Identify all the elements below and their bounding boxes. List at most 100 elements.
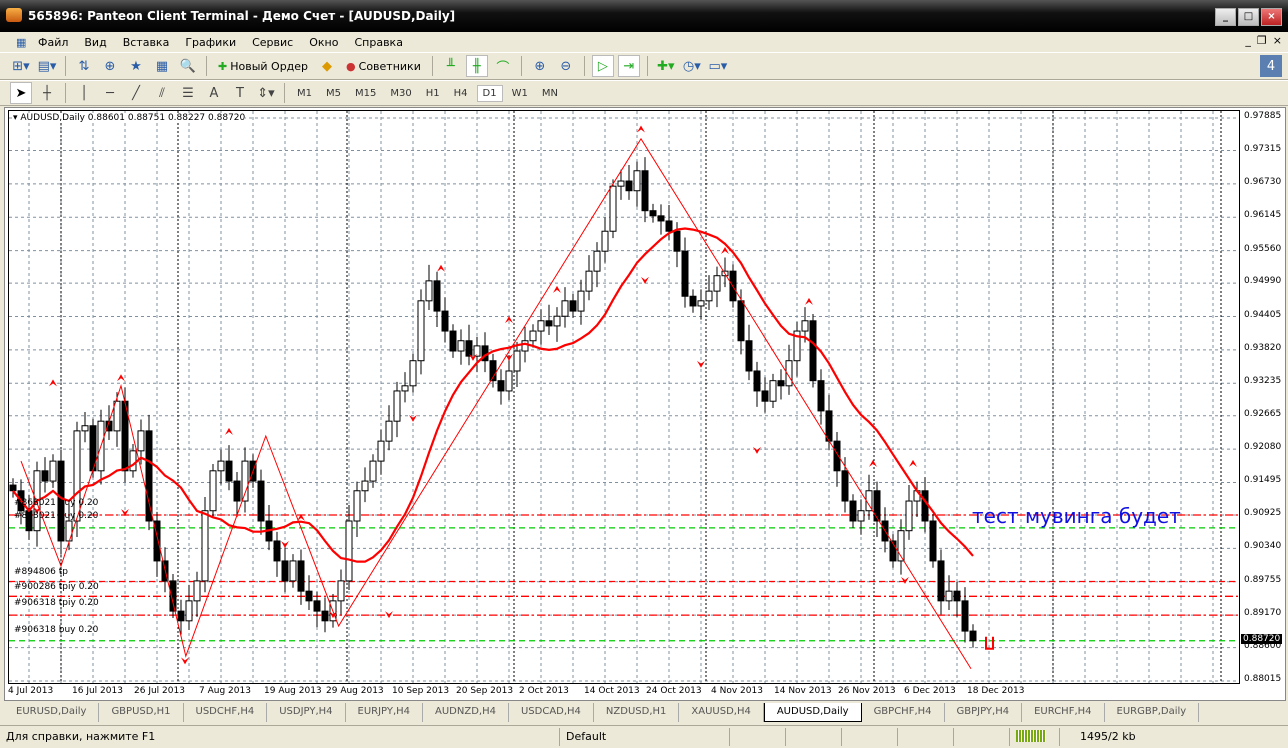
candle-bull (217, 460, 225, 472)
fibonacci-icon[interactable]: ☰ (177, 82, 199, 104)
bar-chart-icon[interactable]: ╨ (440, 55, 462, 77)
candle-bear (257, 480, 265, 522)
chart-tab[interactable]: EURCHF,H4 (1022, 703, 1105, 722)
timeframe-m1[interactable]: M1 (292, 86, 317, 101)
mdi-minimize-button[interactable]: _ (1245, 34, 1251, 47)
horizontal-line-icon[interactable]: ─ (99, 82, 121, 104)
timeframe-m15[interactable]: M15 (350, 86, 381, 101)
price-axis-label: 0.94405 (1244, 309, 1282, 320)
arrows-icon[interactable]: ⇕▾ (255, 82, 277, 104)
chart-tab[interactable]: EURGBP,Daily (1105, 703, 1200, 722)
date-axis-label: 2 Oct 2013 (519, 686, 569, 696)
timeframe-h4[interactable]: H4 (449, 86, 473, 101)
line-chart-icon[interactable]: ⌒ (492, 55, 514, 77)
timeframe-h1[interactable]: H1 (421, 86, 445, 101)
chart-tab[interactable]: USDCHF,H4 (184, 703, 268, 722)
templates-icon[interactable]: ▭▾ (707, 55, 729, 77)
candle-bear (545, 320, 553, 327)
navigator-icon[interactable]: ★ (125, 55, 147, 77)
candle-bull (553, 315, 561, 327)
candle-bull (505, 370, 513, 392)
chart-tab[interactable]: EURJPY,H4 (346, 703, 424, 722)
date-axis-label: 14 Oct 2013 (584, 686, 640, 696)
equidistant-channel-icon[interactable]: ⫽ (151, 82, 173, 104)
fractal-up-arrow (553, 285, 561, 293)
indicators-icon[interactable]: ✚▾ (655, 55, 677, 77)
candle-bear (449, 330, 457, 352)
candle-bear (273, 540, 281, 562)
menu-item[interactable]: Окно (301, 36, 346, 49)
timeframe-w1[interactable]: W1 (507, 86, 533, 101)
mdi-close-button[interactable]: × (1273, 34, 1282, 47)
timeframe-m5[interactable]: M5 (321, 86, 346, 101)
crosshair-data-icon[interactable]: ⊕ (99, 55, 121, 77)
candle-bull (529, 330, 537, 342)
menu-item[interactable]: Вставка (115, 36, 178, 49)
vertical-line-icon[interactable]: │ (73, 82, 95, 104)
chart-annotation[interactable]: тест мувинга будет (972, 504, 1181, 528)
price-axis-label: 0.96145 (1244, 210, 1282, 221)
date-axis-label: 26 Jul 2013 (134, 686, 185, 696)
chart-tab[interactable]: XAUUSD,H4 (679, 703, 764, 722)
timeframe-mn[interactable]: MN (537, 86, 563, 101)
timeframe-d1[interactable]: D1 (476, 84, 503, 102)
chart-tab[interactable]: USDJPY,H4 (267, 703, 346, 722)
candle-bear (737, 300, 745, 342)
chart-tab[interactable]: GBPJPY,H4 (945, 703, 1023, 722)
zoom-in-icon[interactable]: ⊕ (529, 55, 551, 77)
zoom-out-icon[interactable]: ⊖ (555, 55, 577, 77)
candle-bear (649, 210, 657, 217)
new-chart-icon[interactable]: ⊞▾ (10, 55, 32, 77)
chart-tab[interactable]: GBPUSD,H1 (99, 703, 184, 722)
order-label: #900286 tpiy 0.20 (14, 582, 99, 593)
profiles-icon[interactable]: ▤▾ (36, 55, 58, 77)
menu-item[interactable]: Графики (177, 36, 244, 49)
mdi-restore-button[interactable]: ❐ (1257, 34, 1267, 47)
menu-item[interactable]: Справка (346, 36, 410, 49)
market-watch-icon[interactable]: ⇅ (73, 55, 95, 77)
chart-tab[interactable]: AUDNZD,H4 (423, 703, 509, 722)
chart-menu-icon[interactable]: ▦ (8, 36, 34, 49)
date-axis-label: 4 Jul 2013 (8, 686, 54, 696)
new-order-button[interactable]: ✚ Новый Ордер (214, 60, 312, 73)
price-axis-label: 0.91495 (1244, 475, 1282, 486)
candle-bull (513, 350, 521, 372)
candle-bull (81, 425, 89, 432)
experts-button[interactable]: ● Советники (342, 60, 425, 73)
chart-tab[interactable]: GBPCHF,H4 (862, 703, 945, 722)
menu-item[interactable]: Файл (30, 36, 76, 49)
status-profile: Default (560, 727, 730, 746)
text-icon[interactable]: A (203, 82, 225, 104)
timeframe-m30[interactable]: M30 (385, 86, 416, 101)
crosshair-icon[interactable]: ┼ (36, 82, 58, 104)
chart-tab[interactable]: NZDUSD,H1 (594, 703, 680, 722)
maximize-button[interactable]: □ (1238, 8, 1259, 26)
fractal-up-arrow (437, 264, 445, 272)
close-button[interactable]: × (1261, 8, 1282, 26)
chart-shift-icon[interactable]: ⇥ (617, 55, 640, 77)
minimize-button[interactable]: _ (1215, 8, 1236, 26)
candle-bear (753, 370, 761, 392)
periods-icon[interactable]: ◷▾ (681, 55, 703, 77)
candle-bear (497, 380, 505, 392)
date-axis-label: 10 Sep 2013 (392, 686, 450, 696)
tester-icon[interactable]: 🔍 (177, 55, 199, 77)
chart-tab[interactable]: EURUSD,Daily (4, 703, 100, 722)
candle-bull (945, 590, 953, 602)
order-label: #868021 buy 0.20 (14, 497, 99, 508)
menu-item[interactable]: Сервис (244, 36, 301, 49)
chart-tab[interactable]: USDCAD,H4 (509, 703, 594, 722)
notification-icon[interactable]: 4 (1260, 55, 1282, 77)
order-label: #894806 tp (14, 566, 68, 577)
terminal-icon[interactable]: ▦ (151, 55, 173, 77)
trendline-icon[interactable]: ╱ (125, 82, 147, 104)
chart-tab[interactable]: AUDUSD,Daily (763, 703, 862, 722)
cursor-icon[interactable]: ➤ (10, 82, 32, 104)
candlestick-icon[interactable]: ╫ (465, 55, 488, 77)
autoscroll-icon[interactable]: ▷ (591, 55, 614, 77)
fractal-up-arrow (637, 125, 645, 133)
price-chart[interactable]: ▾ AUDUSD,Daily 0.88601 0.88751 0.88227 0… (8, 110, 1240, 684)
menu-item[interactable]: Вид (76, 36, 114, 49)
warning-icon[interactable]: ◆ (316, 55, 338, 77)
text-label-icon[interactable]: T (229, 82, 251, 104)
